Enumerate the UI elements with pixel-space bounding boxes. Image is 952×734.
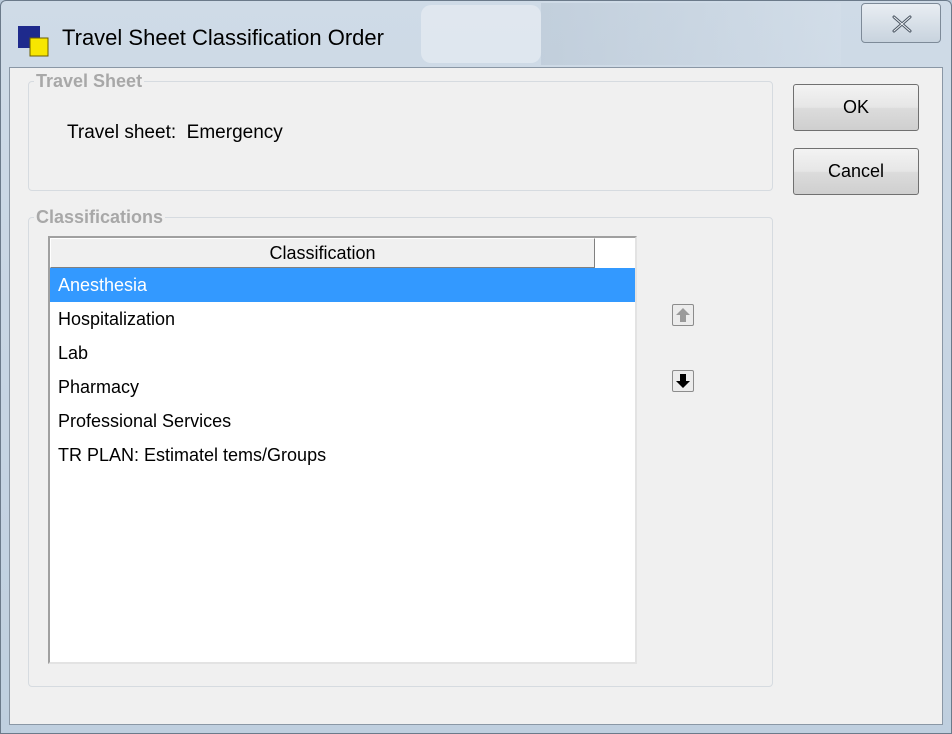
close-button[interactable] [861,3,941,43]
column-header-classification[interactable]: Classification [50,238,595,268]
list-header: Classification [50,238,635,268]
window-title: Travel Sheet Classification Order [62,25,384,50]
list-item[interactable]: Lab [50,336,635,370]
arrow-down-icon [676,374,690,388]
title-bar-glow [421,5,541,63]
cancel-button[interactable]: Cancel [793,148,919,195]
dialog-window: Travel Sheet Classification Order Travel… [0,0,952,734]
classifications-legend: Classifications [34,207,166,228]
dialog-client-area: Travel Sheet Travel sheet: Emergency Cla… [9,67,943,725]
list-item[interactable]: Anesthesia [50,268,635,302]
title-bar-shade [541,3,841,65]
ok-button[interactable]: OK [793,84,919,131]
list-item[interactable]: Hospitalization [50,302,635,336]
close-icon [892,15,912,33]
travel-sheet-groupbox: Travel Sheet Travel sheet: Emergency [28,71,773,191]
list-rows: Anesthesia Hospitalization Lab Pharmacy … [50,268,635,472]
list-item[interactable]: Professional Services [50,404,635,438]
arrow-up-icon [676,308,690,322]
move-up-button[interactable] [672,304,694,326]
classification-listview[interactable]: Classification Anesthesia Hospitalizatio… [48,236,637,664]
app-icon [18,26,49,57]
title-bar[interactable]: Travel Sheet Classification Order [1,1,951,67]
list-item[interactable]: TR PLAN: Estimatel tems/Groups [50,438,635,472]
list-item[interactable]: Pharmacy [50,370,635,404]
column-header-filler [595,238,635,268]
travel-sheet-label: Travel sheet: Emergency [67,122,283,143]
move-down-button[interactable] [672,370,694,392]
travel-sheet-legend: Travel Sheet [34,71,145,92]
